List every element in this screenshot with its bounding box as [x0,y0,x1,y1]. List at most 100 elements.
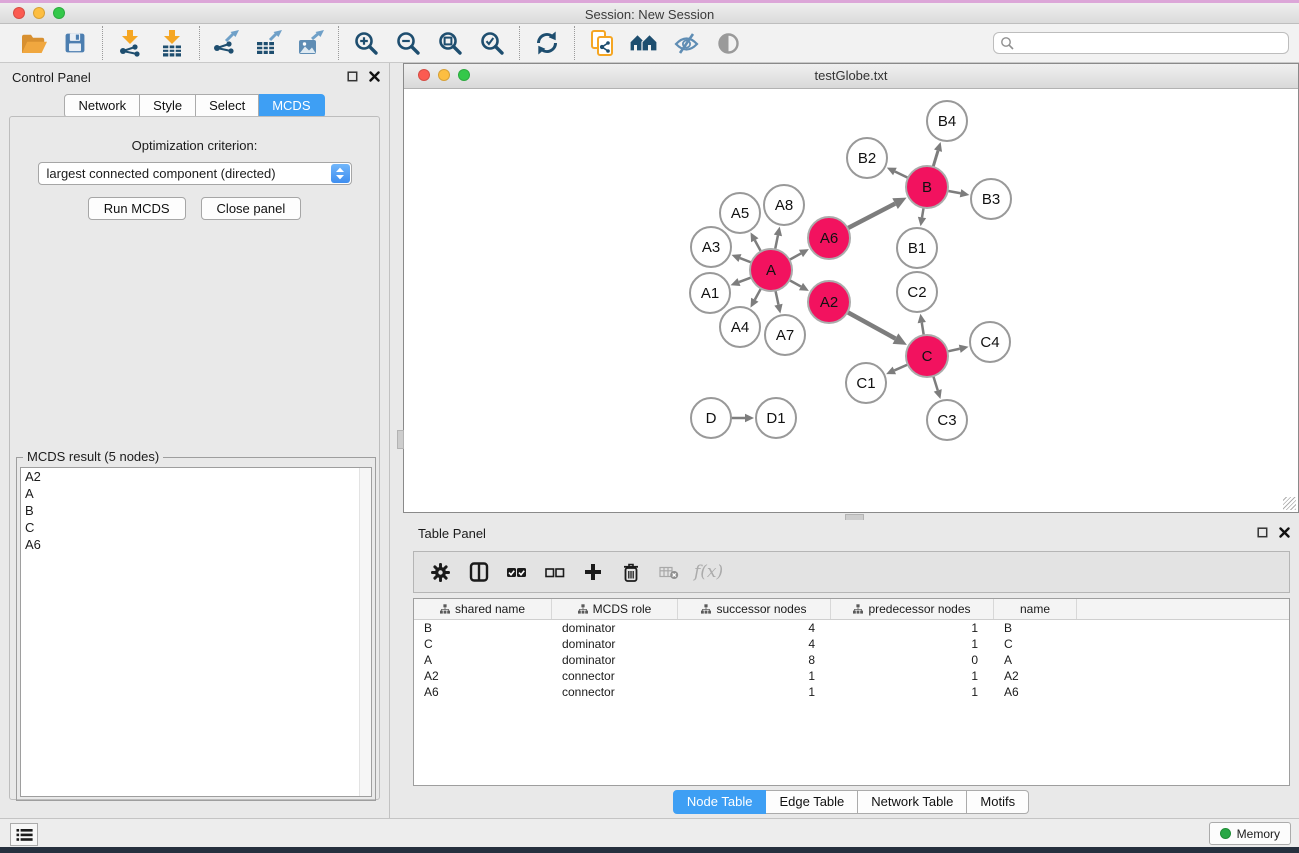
zoom-out-button[interactable] [389,26,427,60]
tab-node-table[interactable]: Node Table [673,790,767,814]
table-cell[interactable]: connector [552,669,678,683]
close-panel-icon[interactable] [1279,527,1290,538]
mcds-result-item[interactable]: C [21,519,371,536]
open-session-button[interactable] [14,26,52,60]
refresh-layout-button[interactable] [528,26,566,60]
table-cell[interactable]: connector [552,685,678,699]
graph-edge[interactable] [948,191,961,193]
show-hidden-button[interactable] [709,26,747,60]
table-cell[interactable]: 1 [678,685,831,699]
table-cell[interactable]: A2 [414,669,552,683]
graph-edge[interactable] [775,235,778,249]
graph-edge[interactable] [755,288,761,299]
table-cell[interactable]: A6 [994,685,1077,699]
column-header[interactable]: predecessor nodes [831,599,994,619]
table-cell[interactable]: 1 [831,637,994,651]
graph-edge[interactable] [933,151,938,167]
table-cell[interactable]: 1 [678,669,831,683]
table-cell[interactable]: B [994,621,1077,635]
close-panel-button[interactable]: Close panel [201,197,302,220]
graph-edge[interactable] [895,171,908,177]
column-header[interactable]: shared name [414,599,552,619]
table-cell[interactable]: 1 [831,669,994,683]
graph-edge[interactable] [848,204,895,229]
table-cell[interactable]: dominator [552,637,678,651]
column-header[interactable]: name [994,599,1077,619]
mcds-result-item[interactable]: A2 [21,468,371,485]
optimization-criterion-select[interactable]: largest connected component (directed) [38,162,352,185]
column-header[interactable]: MCDS role [552,599,678,619]
table-cell[interactable]: A2 [994,669,1077,683]
table-cell[interactable]: A [994,653,1077,667]
show-columns-button[interactable] [464,559,493,585]
export-network-button[interactable] [208,26,246,60]
network-graph[interactable]: AA1A2A3A4A5A6A7A8BB1B2B3B4CC1C2C3C4DD1 [404,89,1298,512]
tab-select[interactable]: Select [196,94,259,118]
search-box[interactable] [993,32,1289,54]
table-row[interactable]: A2connector11A2 [414,668,1289,684]
tab-mcds[interactable]: MCDS [259,94,324,118]
table-cell[interactable]: A [414,653,552,667]
graph-edge[interactable] [775,291,778,305]
table-cell[interactable]: 1 [831,621,994,635]
graph-edge[interactable] [922,323,924,336]
close-panel-icon[interactable] [369,71,380,82]
show-all-networks-button[interactable] [625,26,663,60]
hide-selected-button[interactable] [667,26,705,60]
table-cell[interactable]: dominator [552,621,678,635]
resize-grip[interactable] [1283,497,1296,510]
float-panel-icon[interactable] [347,71,358,82]
mcds-result-list[interactable]: A2ABCA6 [20,467,372,797]
table-row[interactable]: Cdominator41C [414,636,1289,652]
task-history-button[interactable] [10,823,38,846]
table-cell[interactable]: C [994,637,1077,651]
table-cell[interactable]: 0 [831,653,994,667]
network-canvas[interactable]: AA1A2A3A4A5A6A7A8BB1B2B3B4CC1C2C3C4DD1 [404,89,1298,512]
table-cell[interactable]: B [414,621,552,635]
split-handle-vertical[interactable] [397,430,404,449]
network-window-titlebar[interactable]: testGlobe.txt [404,64,1298,89]
table-cell[interactable]: A6 [414,685,552,699]
graph-edge[interactable] [933,376,937,390]
mcds-result-item[interactable]: B [21,502,371,519]
table-cell[interactable]: 4 [678,637,831,651]
delete-columns-button[interactable] [616,559,645,585]
export-image-button[interactable] [292,26,330,60]
graph-edge[interactable] [947,349,959,352]
tab-edge-table[interactable]: Edge Table [766,790,858,814]
mcds-result-item[interactable]: A6 [21,536,371,553]
tab-style[interactable]: Style [140,94,196,118]
tab-network[interactable]: Network [64,94,140,118]
graph-edge[interactable] [847,312,895,338]
search-input[interactable] [1019,33,1288,53]
node-table[interactable]: shared nameMCDS rolesuccessor nodesprede… [413,598,1290,786]
import-network-button[interactable] [111,26,149,60]
graph-edge[interactable] [894,364,907,370]
table-mode-button[interactable] [426,559,455,585]
export-table-button[interactable] [250,26,288,60]
zoom-in-button[interactable] [347,26,385,60]
result-scrollbar[interactable] [359,468,371,796]
graph-edge[interactable] [740,258,751,262]
import-table-button[interactable] [153,26,191,60]
create-column-button[interactable] [578,559,607,585]
tab-motifs[interactable]: Motifs [967,790,1029,814]
clone-network-button[interactable] [583,26,621,60]
unselect-all-columns-button[interactable] [540,559,569,585]
graph-edge[interactable] [739,277,751,282]
memory-button[interactable]: Memory [1209,822,1291,845]
graph-edge[interactable] [755,240,761,251]
table-cell[interactable]: C [414,637,552,651]
mcds-result-item[interactable]: A [21,485,371,502]
run-mcds-button[interactable]: Run MCDS [88,197,186,220]
table-row[interactable]: A6connector11A6 [414,684,1289,700]
graph-edge[interactable] [922,208,924,218]
tab-network-table[interactable]: Network Table [858,790,967,814]
column-header[interactable]: successor nodes [678,599,831,619]
float-panel-icon[interactable] [1257,527,1268,538]
save-session-button[interactable] [56,26,94,60]
table-row[interactable]: Bdominator41B [414,620,1289,636]
table-cell[interactable]: 1 [831,685,994,699]
zoom-selected-button[interactable] [473,26,511,60]
table-cell[interactable]: 4 [678,621,831,635]
